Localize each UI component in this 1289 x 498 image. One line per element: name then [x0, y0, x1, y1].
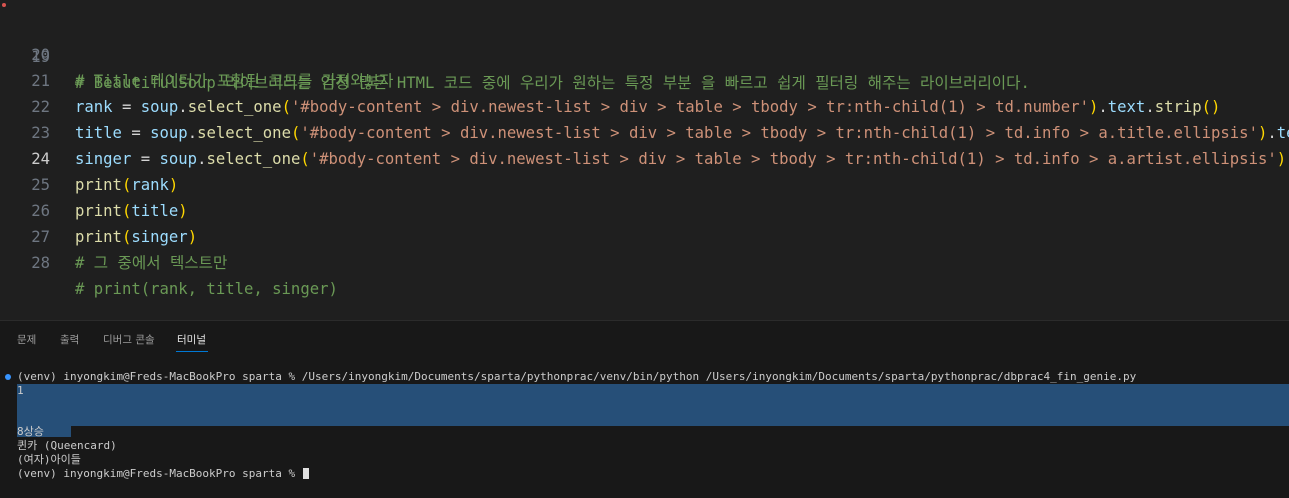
code-comment: # print(rank, title, singer)	[75, 280, 338, 298]
terminal-output-line: 퀸카 (Queencard)	[17, 439, 117, 452]
code-line[interactable]: 27 # 그 중에서 텍스트만	[0, 198, 1289, 272]
code-editor[interactable]: 19 # BeautifulSoup 라이브러리는 엄청 많은 HTML 코드 …	[0, 0, 1289, 320]
active-tab-indicator	[176, 351, 208, 352]
panel-tabs: 문제 출력 디버그 콘솔 터미널	[0, 321, 1289, 355]
tab-terminal[interactable]: 터미널	[177, 332, 206, 347]
code-line[interactable]: 25 print(title)	[0, 146, 1289, 220]
error-marker-icon	[2, 3, 6, 7]
terminal-output-line: 1	[17, 384, 24, 397]
terminal-output-line: (여자)아이들	[17, 453, 81, 466]
code-line[interactable]: 22 title = soup.select_one('#body-conten…	[0, 68, 1289, 142]
code-line[interactable]: 26 print(singer)	[0, 172, 1289, 246]
terminal-command: (venv) inyongkim@Freds-MacBookPro sparta…	[17, 370, 1137, 383]
tab-output[interactable]: 출력	[60, 332, 79, 347]
command-status-icon[interactable]	[5, 374, 11, 380]
line-number: 28	[31, 254, 50, 272]
terminal-cursor	[302, 468, 309, 479]
text-selection	[17, 384, 1289, 426]
bottom-panel: 문제 출력 디버그 콘솔 터미널 (venv) inyongkim@Freds-…	[0, 320, 1289, 498]
tab-debug-console[interactable]: 디버그 콘솔	[103, 332, 155, 347]
tab-problems[interactable]: 문제	[17, 332, 36, 347]
code-line[interactable]: 23 singer = soup.select_one('#body-conte…	[0, 94, 1289, 168]
code-line[interactable]: 21 rank = soup.select_one('#body-content…	[0, 42, 1289, 116]
prompt-text: (venv) inyongkim@Freds-MacBookPro sparta…	[17, 467, 302, 480]
code-line[interactable]: 28 # print(rank, title, singer)	[0, 224, 1289, 298]
code-comment: # 그 중에서 텍스트만	[75, 254, 228, 272]
code-line-active[interactable]: 24 print(rank)	[0, 120, 1289, 194]
terminal-prompt[interactable]: (venv) inyongkim@Freds-MacBookPro sparta…	[17, 467, 309, 481]
terminal-output-line: 8상승	[17, 425, 44, 438]
code-line[interactable]: 20 # Title 데이터가 포함된 코드를 가져와보자	[0, 16, 1289, 90]
